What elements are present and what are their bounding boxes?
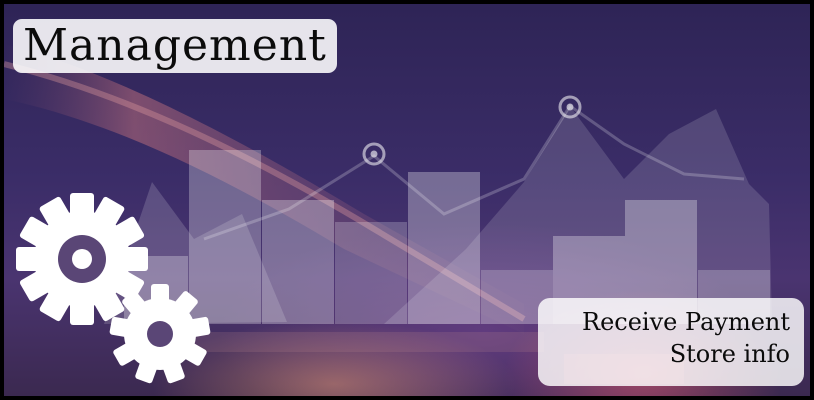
bar-shape (408, 172, 480, 324)
banner: Management Receive Payment Store info (0, 0, 814, 400)
receive-payment-label: Receive Payment (582, 308, 790, 336)
bar-shape (335, 222, 407, 324)
location-pin-icon (362, 142, 386, 166)
gear-icon (109, 284, 211, 384)
bar-shape (262, 200, 334, 324)
store-info-label: Store info (669, 340, 790, 368)
water-reflection (184, 332, 544, 352)
bar-shape (189, 150, 261, 324)
page-title: Management (13, 19, 337, 73)
info-box: Receive Payment Store info (538, 298, 804, 386)
